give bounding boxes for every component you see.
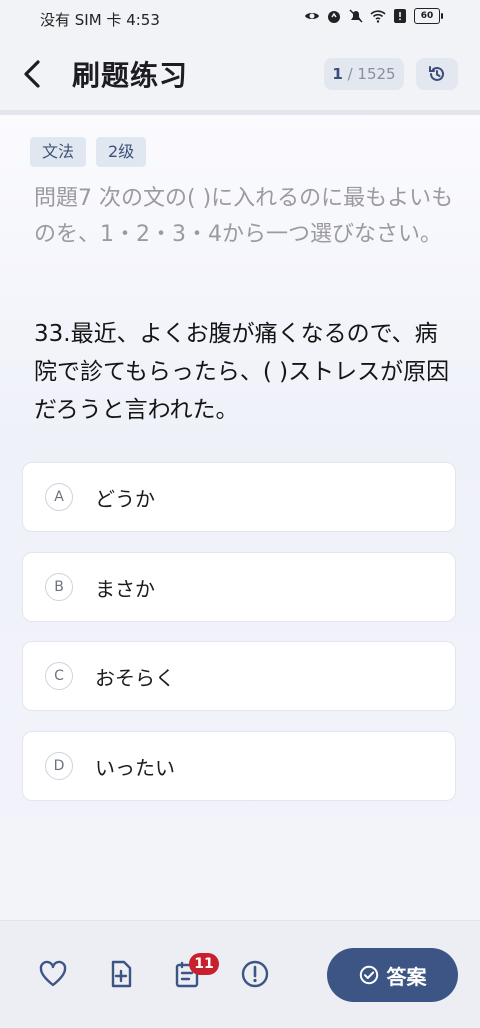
question-instruction: 問題7 次の文の( )に入れるのに最もよいものを、1・2・3・4から一つ選びなさ… xyxy=(34,186,454,247)
question-card: 文法 2级 問題7 次の文の( )に入れるのに最もよいものを、1・2・3・4から… xyxy=(0,115,480,920)
status-icons: 60 xyxy=(304,8,443,24)
option-text: まさか xyxy=(95,577,155,601)
page-title: 刷题练习 xyxy=(72,59,189,92)
option-letter: C xyxy=(45,662,73,690)
check-circle-icon xyxy=(359,965,378,985)
option-c[interactable]: C おそらく xyxy=(22,641,456,711)
carrier-time: 没有 SIM 卡 4:53 xyxy=(40,11,160,29)
bottom-toolbar: 11 答案 xyxy=(0,920,480,1028)
battery-icon: 60 xyxy=(414,8,443,24)
option-text: おそらく xyxy=(95,666,175,690)
wifi-icon xyxy=(370,10,386,23)
eye-icon xyxy=(305,13,319,19)
total-count: / 1525 xyxy=(347,65,396,83)
option-letter: A xyxy=(45,483,73,511)
option-text: いったい xyxy=(95,756,175,780)
answer-button[interactable]: 答案 xyxy=(327,948,458,1002)
question-counter[interactable]: 1 / 1525 xyxy=(324,58,404,90)
option-a[interactable]: A どうか xyxy=(22,462,456,532)
app-bar: 刷题练习 1 / 1525 xyxy=(0,38,480,112)
history-icon xyxy=(429,66,444,81)
notes-badge: 11 xyxy=(189,953,219,975)
status-bar: 没有 SIM 卡 4:53 60 xyxy=(0,0,480,38)
option-letter: B xyxy=(45,573,73,601)
heart-icon[interactable] xyxy=(38,959,68,989)
question-text: 33.最近、よくお腹が痛くなるので、病院で診てもらったら、( )ストレスが原因だ… xyxy=(34,321,450,423)
alarm-icon xyxy=(328,11,340,23)
tag-list: 文法 2级 xyxy=(30,137,147,167)
report-error-icon[interactable] xyxy=(240,959,270,989)
option-d[interactable]: D いったい xyxy=(22,731,456,801)
mute-bell-icon xyxy=(349,9,363,23)
alert-icon xyxy=(394,9,406,23)
option-text: どうか xyxy=(95,487,155,511)
option-letter: D xyxy=(45,752,73,780)
current-index: 1 xyxy=(332,65,343,83)
back-arrow-icon[interactable] xyxy=(18,56,50,92)
answer-label: 答案 xyxy=(386,964,427,989)
tag-level: 2级 xyxy=(96,137,147,167)
tag-category: 文法 xyxy=(30,137,87,167)
add-note-icon[interactable] xyxy=(106,959,136,989)
option-b[interactable]: B まさか xyxy=(22,552,456,622)
history-button[interactable] xyxy=(416,58,458,90)
